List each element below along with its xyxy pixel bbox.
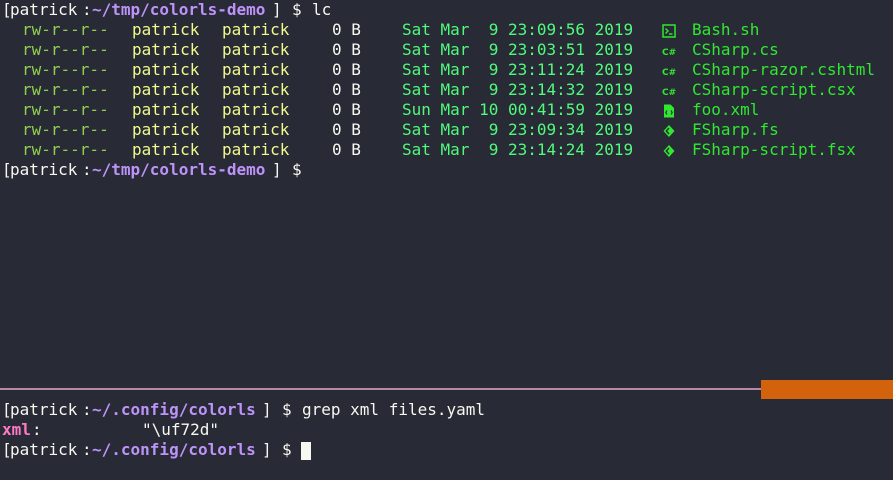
file-permissions: rw-r--r-- bbox=[22, 20, 109, 39]
file-size: 0 B bbox=[332, 120, 361, 139]
file-name: CSharp.cs bbox=[692, 40, 779, 59]
prompt-path: ~/tmp/colorls-demo bbox=[92, 0, 266, 19]
fsharp-file-icon bbox=[662, 123, 676, 137]
prompt-dollar: $ bbox=[282, 400, 292, 419]
file-permissions: rw-r--r-- bbox=[22, 140, 109, 159]
file-name: CSharp-razor.cshtml bbox=[692, 60, 876, 79]
fsharp-file-icon bbox=[662, 143, 676, 157]
file-permissions: rw-r--r-- bbox=[22, 120, 109, 139]
file-date: Sat Mar 9 23:11:24 2019 bbox=[402, 60, 634, 79]
file-name: FSharp-script.fsx bbox=[692, 140, 856, 159]
file-date: Sat Mar 9 23:09:34 2019 bbox=[402, 120, 634, 139]
file-group: patrick bbox=[222, 100, 290, 119]
file-name: CSharp-script.csx bbox=[692, 80, 856, 99]
output-colon: : bbox=[32, 420, 42, 439]
prompt-line: [ patrick : ~/.config/colorls ] $ bbox=[2, 440, 311, 460]
file-owner: patrick bbox=[132, 80, 200, 99]
csharp-file-icon: C# bbox=[662, 63, 676, 78]
prompt-user: patrick bbox=[10, 440, 78, 459]
file-size: 0 B bbox=[332, 140, 361, 159]
file-owner: patrick bbox=[132, 120, 200, 139]
csharp-file-icon: C# bbox=[662, 83, 676, 98]
file-name: Bash.sh bbox=[692, 20, 760, 39]
command-text: grep xml files.yaml bbox=[302, 400, 486, 419]
output-value: "\uf72d" bbox=[142, 420, 220, 439]
file-owner: patrick bbox=[132, 140, 200, 159]
file-group: patrick bbox=[222, 80, 290, 99]
prompt-bracket-close: ] bbox=[272, 160, 282, 179]
prompt-path: ~/.config/colorls bbox=[92, 440, 256, 459]
file-group: patrick bbox=[222, 60, 290, 79]
prompt-dollar: $ bbox=[292, 0, 302, 19]
file-size: 0 B bbox=[332, 40, 361, 59]
prompt-bracket-close: ] bbox=[262, 440, 272, 459]
file-size: 0 B bbox=[332, 100, 361, 119]
file-permissions: rw-r--r-- bbox=[22, 100, 109, 119]
scroll-position-indicator bbox=[761, 380, 893, 399]
file-group: patrick bbox=[222, 40, 290, 59]
svg-text:C#: C# bbox=[662, 68, 676, 78]
prompt-colon: : bbox=[82, 0, 92, 19]
file-group: patrick bbox=[222, 20, 290, 39]
terminal-file-icon bbox=[662, 23, 676, 38]
prompt-dollar: $ bbox=[282, 440, 292, 459]
file-size: 0 B bbox=[332, 20, 361, 39]
prompt-user: patrick bbox=[10, 0, 78, 19]
prompt-colon: : bbox=[82, 160, 92, 179]
bottom-terminal-pane[interactable]: [ patrick : ~/.config/colorls ] $ grep x… bbox=[0, 400, 893, 480]
file-date: Sat Mar 9 23:14:24 2019 bbox=[402, 140, 634, 159]
prompt-bracket-close: ] bbox=[262, 400, 272, 419]
prompt-colon: : bbox=[82, 400, 92, 419]
file-permissions: rw-r--r-- bbox=[22, 40, 109, 59]
prompt-line: [ patrick : ~/tmp/colorls-demo ] $ bbox=[2, 160, 302, 180]
file-date: Sun Mar 10 00:41:59 2019 bbox=[402, 100, 634, 119]
file-permissions: rw-r--r-- bbox=[22, 60, 109, 79]
prompt-dollar: $ bbox=[292, 160, 302, 179]
file-date: Sat Mar 9 23:09:56 2019 bbox=[402, 20, 634, 39]
code-file-icon bbox=[662, 103, 676, 118]
svg-text:C#: C# bbox=[662, 48, 676, 58]
terminal-cursor[interactable] bbox=[301, 442, 311, 460]
prompt-line: [ patrick : ~/tmp/colorls-demo ] $ lc bbox=[2, 0, 331, 20]
file-owner: patrick bbox=[132, 100, 200, 119]
prompt-path: ~/.config/colorls bbox=[92, 400, 256, 419]
command-text: lc bbox=[312, 0, 332, 19]
file-owner: patrick bbox=[132, 60, 200, 79]
output-key: xml bbox=[2, 420, 31, 439]
file-size: 0 B bbox=[332, 80, 361, 99]
grep-output-line: xml : "\uf72d" bbox=[2, 420, 219, 440]
file-name: FSharp.fs bbox=[692, 120, 779, 139]
prompt-bracket-close: ] bbox=[272, 0, 282, 19]
prompt-user: patrick bbox=[10, 160, 78, 179]
svg-text:C#: C# bbox=[662, 88, 676, 98]
prompt-line: [ patrick : ~/.config/colorls ] $ grep x… bbox=[2, 400, 485, 420]
file-size: 0 B bbox=[332, 60, 361, 79]
file-name: foo.xml bbox=[692, 100, 760, 119]
file-owner: patrick bbox=[132, 20, 200, 39]
file-owner: patrick bbox=[132, 40, 200, 59]
prompt-path: ~/tmp/colorls-demo bbox=[92, 160, 266, 179]
file-date: Sat Mar 9 23:14:32 2019 bbox=[402, 80, 634, 99]
top-terminal-pane[interactable]: [ patrick : ~/tmp/colorls-demo ] $ lc rw… bbox=[0, 0, 893, 388]
prompt-colon: : bbox=[82, 440, 92, 459]
file-group: patrick bbox=[222, 120, 290, 139]
file-permissions: rw-r--r-- bbox=[22, 80, 109, 99]
file-date: Sat Mar 9 23:03:51 2019 bbox=[402, 40, 634, 59]
prompt-user: patrick bbox=[10, 400, 78, 419]
file-group: patrick bbox=[222, 140, 290, 159]
csharp-file-icon: C# bbox=[662, 43, 676, 58]
pane-divider[interactable] bbox=[0, 388, 761, 390]
